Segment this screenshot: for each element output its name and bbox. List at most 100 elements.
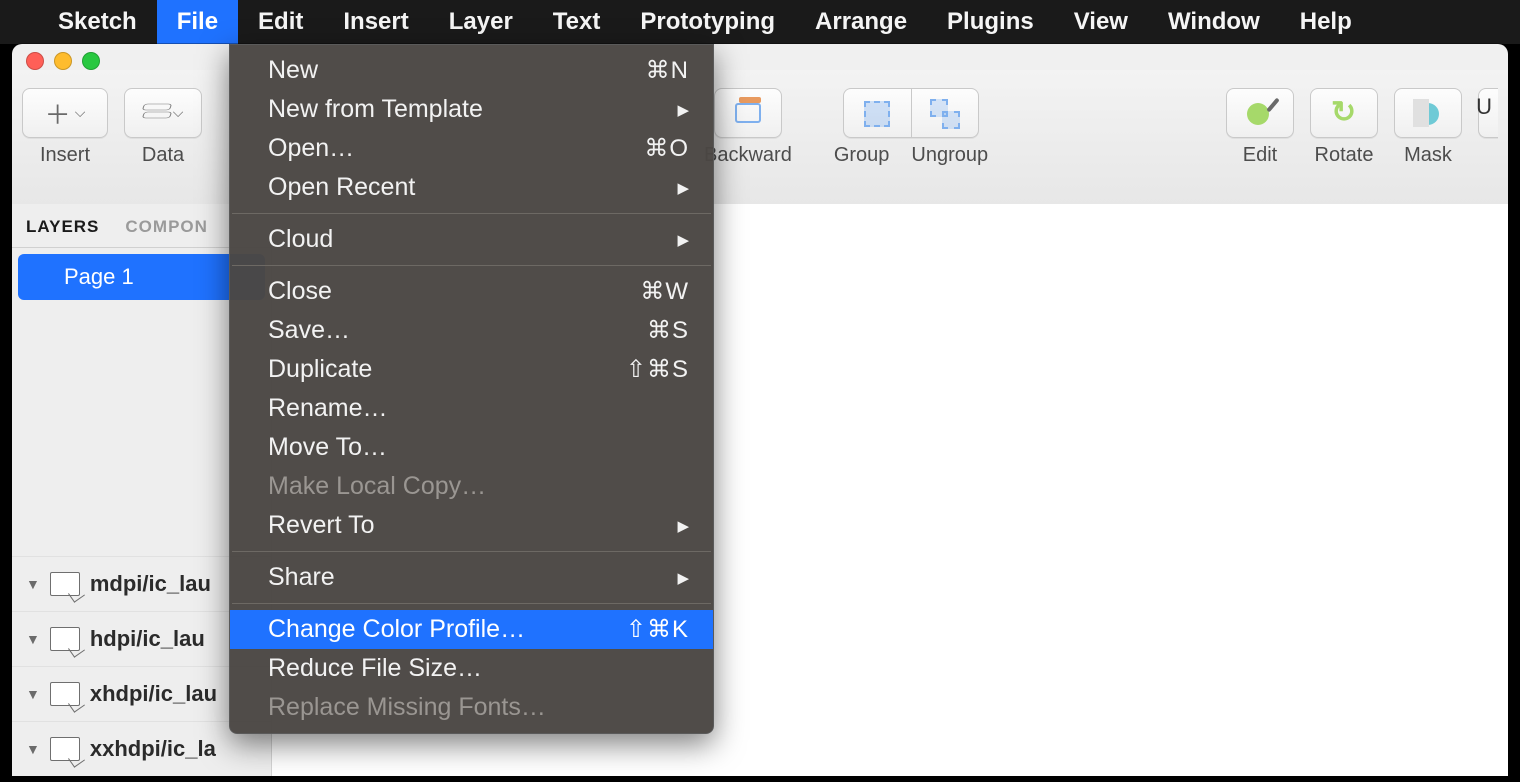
- toolbar-label: Ungroup: [911, 144, 988, 167]
- backward-button[interactable]: [714, 88, 782, 138]
- toolbar-label: Insert: [40, 144, 90, 167]
- group-button[interactable]: [843, 88, 911, 138]
- file-menu-item-share[interactable]: Share: [230, 558, 713, 597]
- menubar-item-layer[interactable]: Layer: [429, 0, 533, 44]
- toolbar-mask-group: Mask: [1394, 88, 1462, 167]
- data-button[interactable]: [124, 88, 202, 138]
- menu-item-label: Change Color Profile…: [268, 615, 525, 644]
- menubar-item-prototyping[interactable]: Prototyping: [620, 0, 795, 44]
- menu-item-label: Save…: [268, 316, 350, 345]
- menu-separator: [232, 213, 711, 214]
- toolbar-label: Mask: [1404, 144, 1452, 167]
- edit-button[interactable]: [1226, 88, 1294, 138]
- file-menu-item-save[interactable]: Save… ⌘S: [230, 311, 713, 350]
- menu-item-label: Open…: [268, 134, 354, 163]
- window-minimize-button[interactable]: [54, 52, 72, 70]
- layer-name: mdpi/ic_lau: [90, 571, 211, 597]
- menu-item-label: Move To…: [268, 433, 387, 462]
- artboard-icon: [50, 627, 80, 651]
- menu-item-label: Close: [268, 277, 332, 306]
- file-menu-item-open[interactable]: Open… ⌘O: [230, 129, 713, 168]
- menu-item-shortcut: ⇧⌘K: [626, 615, 689, 644]
- file-menu-item-revert-to[interactable]: Revert To: [230, 506, 713, 545]
- menu-item-label: Duplicate: [268, 355, 372, 384]
- file-menu-item-cloud[interactable]: Cloud: [230, 220, 713, 259]
- menubar-item-window[interactable]: Window: [1148, 0, 1280, 44]
- menu-item-label: New from Template: [268, 95, 483, 124]
- mask-icon: [1411, 99, 1445, 127]
- file-menu-item-new-from-template[interactable]: New from Template: [230, 90, 713, 129]
- toolbar-label: Edit: [1243, 144, 1277, 167]
- file-menu-item-reduce-file-size[interactable]: Reduce File Size…: [230, 649, 713, 688]
- menubar-item-arrange[interactable]: Arrange: [795, 0, 927, 44]
- rotate-icon: [1327, 99, 1361, 127]
- ungroup-button[interactable]: [911, 88, 979, 138]
- menu-separator: [232, 551, 711, 552]
- window-close-button[interactable]: [26, 52, 44, 70]
- toolbar-label: Rotate: [1315, 144, 1374, 167]
- send-backward-icon: [731, 99, 765, 127]
- insert-button[interactable]: [22, 88, 108, 138]
- layer-name: xhdpi/ic_lau: [90, 681, 217, 707]
- file-menu-item-duplicate[interactable]: Duplicate ⇧⌘S: [230, 350, 713, 389]
- file-menu-item-change-color-profile[interactable]: Change Color Profile… ⇧⌘K: [230, 610, 713, 649]
- group-icon: [860, 99, 894, 127]
- menubar-item-text[interactable]: Text: [533, 0, 621, 44]
- menubar-item-help[interactable]: Help: [1280, 0, 1372, 44]
- menu-item-label: Make Local Copy…: [268, 472, 486, 501]
- toolbar-group-ungroup: Group Ungroup: [834, 88, 988, 167]
- menu-item-label: Revert To: [268, 511, 375, 540]
- toolbar-insert-group: Insert: [22, 88, 108, 167]
- stack-icon: [143, 103, 169, 123]
- tab-layers[interactable]: LAYERS: [26, 217, 99, 247]
- file-menu-item-move-to[interactable]: Move To…: [230, 428, 713, 467]
- toolbar-label: Group: [834, 144, 890, 167]
- menubar-item-edit[interactable]: Edit: [238, 0, 323, 44]
- menubar-item-view[interactable]: View: [1054, 0, 1148, 44]
- menu-item-label: Replace Missing Fonts…: [268, 693, 546, 722]
- file-menu-item-open-recent[interactable]: Open Recent: [230, 168, 713, 207]
- disclosure-triangle-icon[interactable]: ▼: [26, 741, 40, 757]
- menu-item-label: Reduce File Size…: [268, 654, 482, 683]
- disclosure-triangle-icon[interactable]: ▼: [26, 631, 40, 647]
- disclosure-triangle-icon[interactable]: ▼: [26, 576, 40, 592]
- menubar-item-plugins[interactable]: Plugins: [927, 0, 1054, 44]
- menubar-app-name[interactable]: Sketch: [38, 0, 157, 44]
- menu-item-shortcut: ⇧⌘S: [626, 355, 689, 384]
- file-menu-item-new[interactable]: New ⌘N: [230, 51, 713, 90]
- page-row[interactable]: Page 1: [18, 254, 265, 300]
- disclosure-triangle-icon[interactable]: ▼: [26, 686, 40, 702]
- menu-item-shortcut: ⌘N: [646, 56, 689, 85]
- edit-icon: [1243, 99, 1277, 127]
- menu-item-label: Rename…: [268, 394, 388, 423]
- artboard-icon: [50, 737, 80, 761]
- menu-item-shortcut: ⌘O: [644, 134, 689, 163]
- toolbar-backward-group: Backward: [704, 88, 792, 167]
- menu-separator: [232, 265, 711, 266]
- menu-item-shortcut: ⌘W: [640, 277, 689, 306]
- window-title-fragment: U: [1476, 94, 1492, 120]
- toolbar-label: Backward: [704, 144, 792, 167]
- file-menu-dropdown: New ⌘N New from Template Open… ⌘O Open Recent…: [229, 44, 714, 734]
- rotate-button[interactable]: [1310, 88, 1378, 138]
- menu-item-label: Open Recent: [268, 173, 415, 202]
- window-zoom-button[interactable]: [82, 52, 100, 70]
- menu-item-label: New: [268, 56, 318, 85]
- menubar-item-insert[interactable]: Insert: [323, 0, 428, 44]
- tab-components[interactable]: COMPON: [125, 217, 208, 247]
- chevron-down-icon: [71, 104, 86, 122]
- layer-name: xxhdpi/ic_la: [90, 736, 216, 762]
- file-menu-item-close[interactable]: Close ⌘W: [230, 272, 713, 311]
- ungroup-icon: [928, 99, 962, 127]
- toolbar-data-group: Data: [124, 88, 202, 167]
- toolbar-rotate-group: Rotate: [1310, 88, 1378, 167]
- menubar-item-file[interactable]: File: [157, 0, 238, 44]
- menu-separator: [232, 603, 711, 604]
- mask-button[interactable]: [1394, 88, 1462, 138]
- layer-name: hdpi/ic_lau: [90, 626, 205, 652]
- file-menu-item-rename[interactable]: Rename…: [230, 389, 713, 428]
- menu-item-shortcut: ⌘S: [647, 316, 689, 345]
- toolbar-label: Data: [142, 144, 184, 167]
- artboard-icon: [50, 682, 80, 706]
- toolbar-edit-group: Edit: [1226, 88, 1294, 167]
